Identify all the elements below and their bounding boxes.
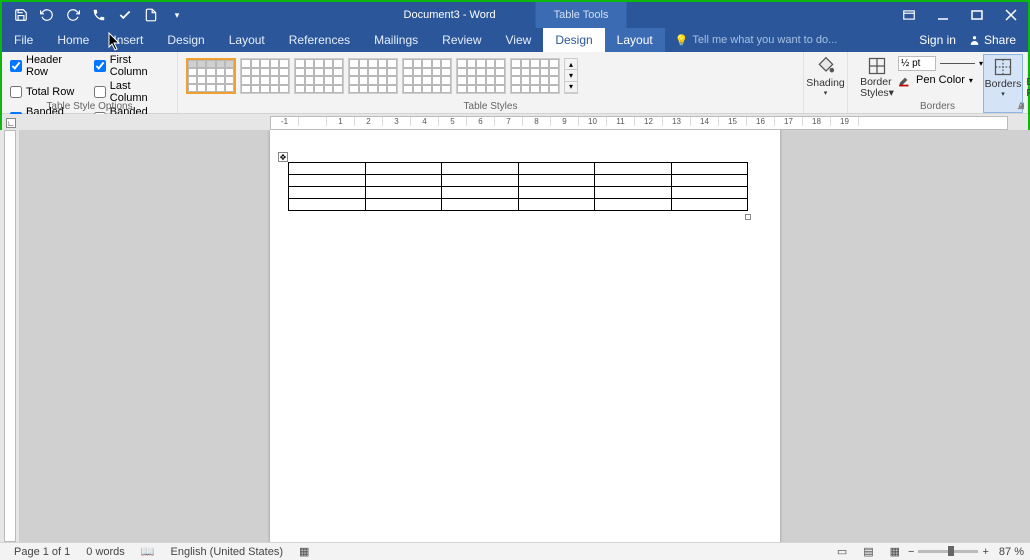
ribbon-display-icon[interactable] <box>892 2 926 28</box>
context-tab-group: Table Tools <box>536 2 627 28</box>
qat-more-icon[interactable]: ▾ <box>164 2 190 28</box>
collapse-ribbon-icon[interactable]: ˄ <box>1018 100 1024 111</box>
horizontal-ruler[interactable]: -112345678910111213141516171819 <box>270 116 1008 130</box>
redo-icon[interactable] <box>60 2 86 28</box>
ribbon-tabs: File Home Insert Design Layout Reference… <box>2 28 1028 52</box>
vertical-ruler[interactable] <box>0 130 20 542</box>
zoom-out-button[interactable]: − <box>908 546 914 558</box>
tab-table-design[interactable]: Design <box>543 28 604 52</box>
pen-color-button[interactable]: Pen Color▾ <box>898 73 983 87</box>
macro-icon[interactable]: ▦ <box>291 545 317 558</box>
workspace: ✥ <box>0 130 1030 542</box>
shading-button[interactable]: Shading▾ <box>812 54 839 97</box>
share-button[interactable]: Share <box>968 33 1016 47</box>
table-style-swatch[interactable] <box>510 58 560 94</box>
tab-design[interactable]: Design <box>155 28 216 52</box>
pen-weight-selector[interactable]: ½ pt▾ <box>898 56 983 71</box>
document-table[interactable] <box>288 162 748 211</box>
document-page[interactable]: ✥ <box>270 130 780 542</box>
quick-access-toolbar: ▾ <box>2 2 190 28</box>
phone-icon[interactable] <box>86 2 112 28</box>
tab-home[interactable]: Home <box>45 28 101 52</box>
table-style-swatch[interactable] <box>348 58 398 94</box>
first-column-checkbox[interactable]: First Column <box>94 54 169 78</box>
tell-me-search[interactable]: 💡Tell me what you want to do... <box>675 34 838 47</box>
tab-view[interactable]: View <box>494 28 544 52</box>
sign-in-link[interactable]: Sign in <box>911 33 964 47</box>
share-label: Share <box>984 33 1016 47</box>
tab-file[interactable]: File <box>2 28 45 52</box>
table-resize-handle-icon[interactable] <box>745 214 751 220</box>
group-label-style-options: Table Style Options <box>2 101 177 112</box>
table-style-swatch[interactable] <box>402 58 452 94</box>
tab-references[interactable]: References <box>277 28 362 52</box>
status-bar: Page 1 of 1 0 words 📖 English (United St… <box>0 542 1030 560</box>
read-mode-icon[interactable]: ▭ <box>829 545 855 558</box>
maximize-icon[interactable] <box>960 2 994 28</box>
table-style-swatch[interactable] <box>240 58 290 94</box>
tell-me-placeholder: Tell me what you want to do... <box>692 34 837 46</box>
document-title: Document3 - Word <box>404 9 496 21</box>
table-style-swatch[interactable] <box>456 58 506 94</box>
table-styles-gallery: ▴▾▾ <box>186 54 795 94</box>
zoom-slider[interactable] <box>918 550 978 553</box>
zoom-in-button[interactable]: + <box>982 546 988 558</box>
lightbulb-icon: 💡 <box>675 34 689 47</box>
table-style-swatch[interactable] <box>186 58 236 94</box>
minimize-icon[interactable] <box>926 2 960 28</box>
doc-icon[interactable] <box>138 2 164 28</box>
status-words[interactable]: 0 words <box>78 546 133 558</box>
tab-mailings[interactable]: Mailings <box>362 28 430 52</box>
web-layout-icon[interactable]: ▦ <box>882 545 908 558</box>
title-bar: ▾ Document3 - Word Table Tools <box>2 2 1028 28</box>
tab-review[interactable]: Review <box>430 28 493 52</box>
table-move-handle-icon[interactable]: ✥ <box>278 152 288 162</box>
close-icon[interactable] <box>994 2 1028 28</box>
undo-icon[interactable] <box>34 2 60 28</box>
tab-insert[interactable]: Insert <box>101 28 155 52</box>
zoom-level[interactable]: 87 % <box>999 546 1024 558</box>
check-icon[interactable] <box>112 2 138 28</box>
save-icon[interactable] <box>8 2 34 28</box>
header-row-checkbox[interactable]: Header Row <box>10 54 80 78</box>
spelling-icon[interactable]: 📖 <box>133 545 163 558</box>
tab-table-layout[interactable]: Layout <box>605 28 665 52</box>
page-scroll-area[interactable]: ✥ <box>20 130 1030 542</box>
group-label-table-styles: Table Styles <box>178 101 803 112</box>
group-label-borders: Borders <box>848 101 1027 112</box>
gallery-more-button[interactable]: ▴▾▾ <box>564 58 578 94</box>
table-style-swatch[interactable] <box>294 58 344 94</box>
line-preview-icon <box>940 63 975 65</box>
ribbon: Header Row First Column Total Row Last C… <box>2 52 1028 114</box>
tab-layout[interactable]: Layout <box>217 28 277 52</box>
print-layout-icon[interactable]: ▤ <box>855 545 881 558</box>
tab-selector-icon[interactable]: ∟ <box>6 118 16 128</box>
status-page[interactable]: Page 1 of 1 <box>6 546 78 558</box>
status-language[interactable]: English (United States) <box>163 546 292 558</box>
